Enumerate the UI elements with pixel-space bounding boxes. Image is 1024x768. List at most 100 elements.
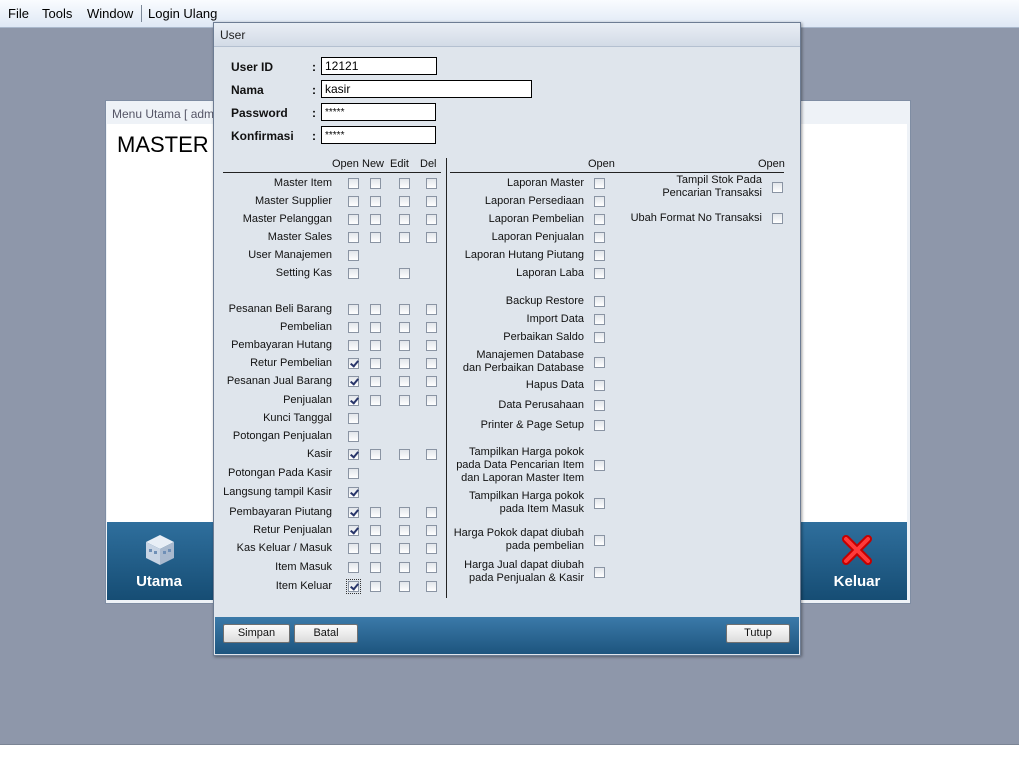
simpan-button[interactable]: Simpan [223, 624, 290, 643]
perm-tampil-stok-pada-pencarian-transaksi-open-checkbox[interactable] [772, 182, 783, 193]
perm-ubah-format-no-transaksi-open-checkbox[interactable] [772, 213, 783, 224]
perm-pembayaran-hutang-open-checkbox[interactable] [348, 340, 359, 351]
perm-kasir-del-checkbox[interactable] [426, 449, 437, 460]
perm-penjualan-edit-checkbox[interactable] [399, 395, 410, 406]
perm-penjualan-new-checkbox[interactable] [370, 395, 381, 406]
perm-master-supplier-new-checkbox[interactable] [370, 196, 381, 207]
utama-tile-button[interactable]: Utama [107, 522, 211, 600]
perm-item-keluar-open-checkbox[interactable] [346, 579, 361, 594]
perm-kas-keluar-masuk-del-checkbox[interactable] [426, 543, 437, 554]
perm-kasir-new-checkbox[interactable] [370, 449, 381, 460]
perm-kas-keluar-masuk-edit-checkbox[interactable] [399, 543, 410, 554]
perm-user-manajemen-open-checkbox[interactable] [348, 250, 359, 261]
perm-master-sales-new-checkbox[interactable] [370, 232, 381, 243]
menu-file[interactable]: File [8, 6, 29, 21]
perm-master-item-new-checkbox[interactable] [370, 178, 381, 189]
perm-laporan-persediaan-open-checkbox[interactable] [594, 196, 605, 207]
perm-pembayaran-hutang-new-checkbox[interactable] [370, 340, 381, 351]
perm-pesanan-jual-barang-new-checkbox[interactable] [370, 376, 381, 387]
perm-tampilkan-harga-pokok-pada-data-pencarian-item-open-checkbox[interactable] [594, 460, 605, 471]
perm-pesanan-jual-barang-del-checkbox[interactable] [426, 376, 437, 387]
perm-tampilkan-harga-pokok-pada-item-masuk-open-checkbox[interactable] [594, 498, 605, 509]
perm-import-data-open-checkbox[interactable] [594, 314, 605, 325]
perm-pesanan-beli-barang-del-checkbox[interactable] [426, 304, 437, 315]
perm-master-sales-edit-checkbox[interactable] [399, 232, 410, 243]
nama-input[interactable] [321, 80, 532, 98]
perm-kasir-open-checkbox[interactable] [348, 449, 359, 460]
perm-laporan-master-open-checkbox[interactable] [594, 178, 605, 189]
perm-pembayaran-piutang-open-checkbox[interactable] [348, 507, 359, 518]
perm-harga-jual-dapat-diubah-pada-penjualan-kasir-open-checkbox[interactable] [594, 567, 605, 578]
perm-setting-kas-open-checkbox[interactable] [348, 268, 359, 279]
perm-master-item-open-checkbox[interactable] [348, 178, 359, 189]
konfirmasi-input[interactable] [321, 126, 436, 144]
perm-pesanan-beli-barang-edit-checkbox[interactable] [399, 304, 410, 315]
perm-item-masuk-open-checkbox[interactable] [348, 562, 359, 573]
perm-hapus-data-open-checkbox[interactable] [594, 380, 605, 391]
perm-item-masuk-del-checkbox[interactable] [426, 562, 437, 573]
perm-retur-pembelian-del-checkbox[interactable] [426, 358, 437, 369]
perm-retur-penjualan-del-checkbox[interactable] [426, 525, 437, 536]
perm-pembayaran-piutang-del-checkbox[interactable] [426, 507, 437, 518]
perm-retur-penjualan-edit-checkbox[interactable] [399, 525, 410, 536]
perm-item-masuk-new-checkbox[interactable] [370, 562, 381, 573]
perm-master-supplier-edit-checkbox[interactable] [399, 196, 410, 207]
perm-item-masuk-edit-checkbox[interactable] [399, 562, 410, 573]
perm-master-pelanggan-edit-checkbox[interactable] [399, 214, 410, 225]
perm-master-pelanggan-open-checkbox[interactable] [348, 214, 359, 225]
perm-master-item-edit-checkbox[interactable] [399, 178, 410, 189]
perm-data-perusahaan-open-checkbox[interactable] [594, 400, 605, 411]
perm-penjualan-open-checkbox[interactable] [348, 395, 359, 406]
perm-pembayaran-piutang-edit-checkbox[interactable] [399, 507, 410, 518]
perm-master-pelanggan-del-checkbox[interactable] [426, 214, 437, 225]
keluar-tile-button[interactable]: Keluar [805, 522, 909, 600]
perm-retur-penjualan-new-checkbox[interactable] [370, 525, 381, 536]
perm-kas-keluar-masuk-new-checkbox[interactable] [370, 543, 381, 554]
perm-pesanan-jual-barang-open-checkbox[interactable] [348, 376, 359, 387]
menu-tools[interactable]: Tools [42, 6, 72, 21]
perm-setting-kas-edit-checkbox[interactable] [399, 268, 410, 279]
perm-kunci-tanggal-open-checkbox[interactable] [348, 413, 359, 424]
perm-master-item-del-checkbox[interactable] [426, 178, 437, 189]
perm-pembayaran-hutang-edit-checkbox[interactable] [399, 340, 410, 351]
perm-langsung-tampil-kasir-open-checkbox[interactable] [348, 487, 359, 498]
perm-kasir-edit-checkbox[interactable] [399, 449, 410, 460]
perm-master-pelanggan-new-checkbox[interactable] [370, 214, 381, 225]
perm-pembayaran-piutang-new-checkbox[interactable] [370, 507, 381, 518]
perm-pembayaran-hutang-del-checkbox[interactable] [426, 340, 437, 351]
perm-kas-keluar-masuk-open-checkbox[interactable] [348, 543, 359, 554]
menu-window[interactable]: Window [87, 6, 133, 21]
perm-pembelian-edit-checkbox[interactable] [399, 322, 410, 333]
perm-pembelian-del-checkbox[interactable] [426, 322, 437, 333]
tutup-button[interactable]: Tutup [726, 624, 790, 643]
menu-login-ulang[interactable]: Login Ulang [148, 6, 217, 21]
perm-pesanan-beli-barang-new-checkbox[interactable] [370, 304, 381, 315]
perm-printer-page-setup-open-checkbox[interactable] [594, 420, 605, 431]
perm-laporan-pembelian-open-checkbox[interactable] [594, 214, 605, 225]
batal-button[interactable]: Batal [294, 624, 358, 643]
perm-retur-pembelian-new-checkbox[interactable] [370, 358, 381, 369]
perm-master-supplier-del-checkbox[interactable] [426, 196, 437, 207]
perm-laporan-hutang-piutang-open-checkbox[interactable] [594, 250, 605, 261]
perm-item-keluar-del-checkbox[interactable] [426, 581, 437, 592]
perm-laporan-laba-open-checkbox[interactable] [594, 268, 605, 279]
perm-master-supplier-open-checkbox[interactable] [348, 196, 359, 207]
password-input[interactable] [321, 103, 436, 121]
user-id-input[interactable] [321, 57, 437, 75]
perm-item-keluar-edit-checkbox[interactable] [399, 581, 410, 592]
perm-penjualan-del-checkbox[interactable] [426, 395, 437, 406]
perm-retur-pembelian-edit-checkbox[interactable] [399, 358, 410, 369]
perm-retur-pembelian-open-checkbox[interactable] [348, 358, 359, 369]
perm-perbaikan-saldo-open-checkbox[interactable] [594, 332, 605, 343]
perm-laporan-penjualan-open-checkbox[interactable] [594, 232, 605, 243]
perm-item-keluar-new-checkbox[interactable] [370, 581, 381, 592]
perm-pembelian-new-checkbox[interactable] [370, 322, 381, 333]
perm-pembelian-open-checkbox[interactable] [348, 322, 359, 333]
perm-potongan-pada-kasir-open-checkbox[interactable] [348, 468, 359, 479]
perm-potongan-penjualan-open-checkbox[interactable] [348, 431, 359, 442]
perm-pesanan-jual-barang-edit-checkbox[interactable] [399, 376, 410, 387]
perm-retur-penjualan-open-checkbox[interactable] [348, 525, 359, 536]
perm-master-sales-del-checkbox[interactable] [426, 232, 437, 243]
perm-pesanan-beli-barang-open-checkbox[interactable] [348, 304, 359, 315]
perm-harga-pokok-dapat-diubah-pada-pembelian-open-checkbox[interactable] [594, 535, 605, 546]
